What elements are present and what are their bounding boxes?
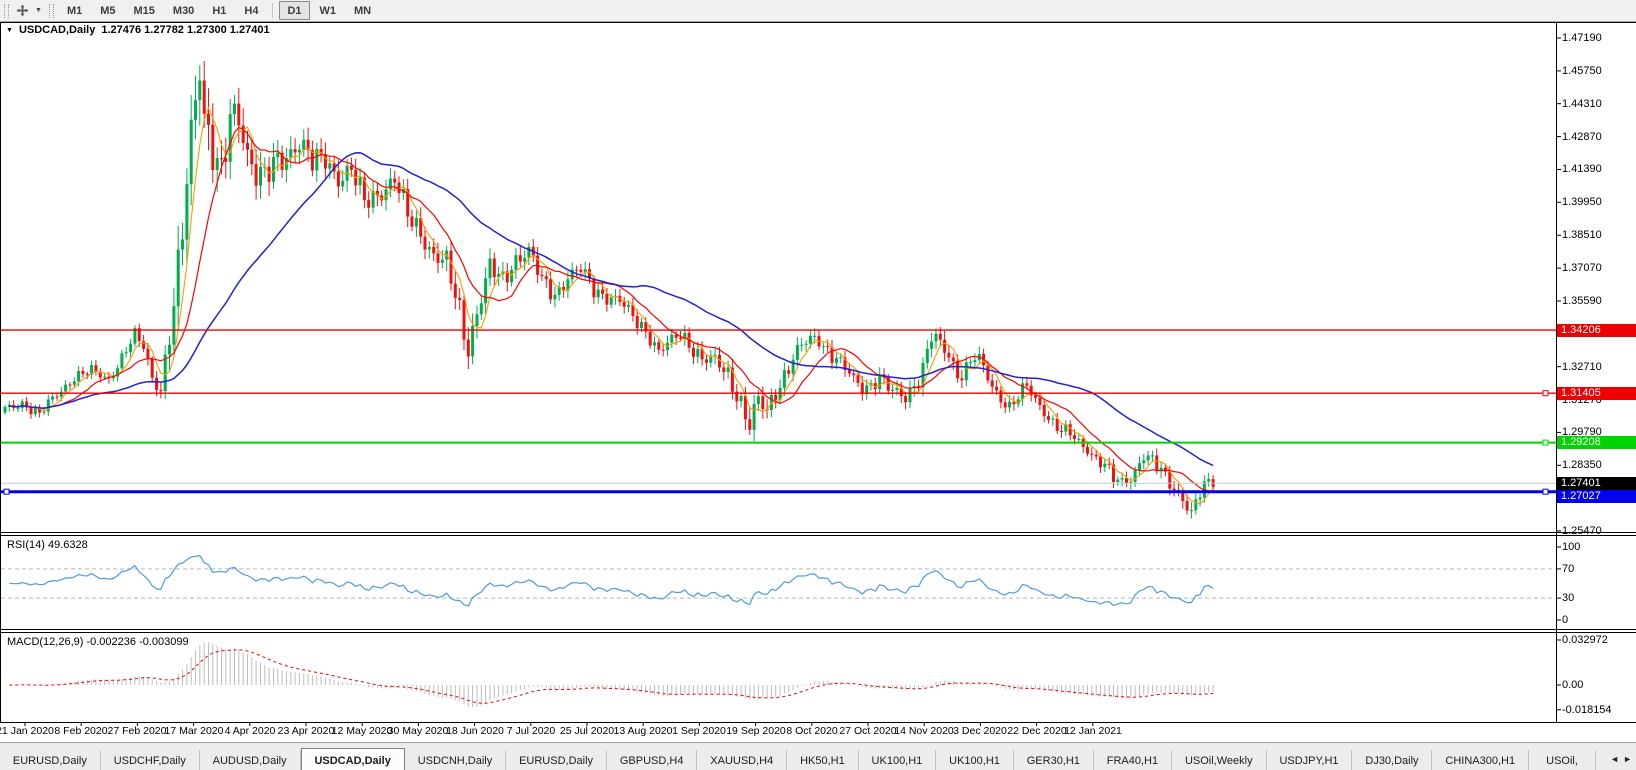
timeframe-button-h4[interactable]: H4 [236, 1, 266, 20]
symbol-dropdown-icon[interactable]: ▼ [6, 27, 13, 34]
timeframe-button-m15[interactable]: M15 [126, 1, 163, 20]
chart-tab-eurusd-daily[interactable]: EURUSD,Daily [506, 750, 607, 770]
date-axis-label[interactable]: 27 Oct 2020 [839, 725, 896, 737]
tab-scroll-left-icon[interactable]: ◄ [1610, 754, 1619, 764]
price-level-flag: 1.29208 [1557, 436, 1636, 449]
price-tick-label: 1.44310 [1562, 98, 1602, 110]
rsi-axis-label: 0 [1562, 614, 1569, 626]
chart-tab-eurusd-daily[interactable]: EURUSD,Daily [0, 750, 101, 770]
macd-axis-label: 0.032972 [1562, 634, 1608, 646]
rsi-axis-label: 30 [1562, 592, 1575, 604]
date-axis-label[interactable]: 25 Jul 2020 [560, 725, 614, 737]
top-toolbar: ▼ M1 M5 M15 M30 H1 H4 D1 W1 MN [0, 0, 1636, 22]
price-level-flag: 1.31405 [1557, 387, 1636, 400]
date-axis-label[interactable]: 12 Jan 2021 [1064, 725, 1122, 737]
chart-tab-usdcad-daily[interactable]: USDCAD,Daily [300, 748, 405, 770]
chart-tab-fra40-h1[interactable]: FRA40,H1 [1093, 750, 1173, 770]
rsi-indicator-label: RSI(14) 49.6328 [7, 539, 88, 551]
chart-tab-china300-h1[interactable]: CHINA300,H1 [1432, 750, 1530, 770]
chart-tab-uk100-h1[interactable]: UK100,H1 [936, 750, 1014, 770]
price-tick-label: 1.32710 [1562, 361, 1602, 373]
chart-tab-ger30-h1[interactable]: GER30,H1 [1013, 750, 1094, 770]
date-axis-label[interactable]: 12 May 2020 [332, 725, 393, 737]
caret-down-icon[interactable]: ▼ [32, 7, 45, 14]
timeframe-button-h1[interactable]: H1 [204, 1, 234, 20]
price-tick-label: 1.39950 [1562, 196, 1602, 208]
price-tick-label: 1.37070 [1562, 262, 1602, 274]
price-tick-label: 1.28350 [1562, 459, 1602, 471]
price-level-flag: 1.27401 [1557, 477, 1636, 490]
chart-ohlc-values: 1.27476 1.27782 1.27300 1.27401 [101, 24, 270, 36]
chart-tab-usoil[interactable]: USOil, [1529, 750, 1596, 770]
timeframe-button-m5[interactable]: M5 [92, 1, 123, 20]
timeframe-toolbar: M1 M5 M15 M30 H1 H4 D1 W1 MN [58, 1, 380, 20]
date-axis-label[interactable]: 3 Dec 2020 [953, 725, 1007, 737]
macd-axis-label: 0.00 [1562, 679, 1584, 691]
price-tick-label: 1.45750 [1562, 65, 1602, 77]
chart-window: 1.47190 1.45750 1.44310 1.42870 1.41390 1.399… [0, 21, 1636, 770]
chart-tab-usdchf-daily[interactable]: USDCHF,Daily [100, 750, 200, 770]
tab-scroll-buttons: ◄ ► [1596, 747, 1636, 770]
timeframe-button-w1[interactable]: W1 [312, 1, 345, 20]
chart-tab-audusd-daily[interactable]: AUDUSD,Daily [199, 750, 301, 770]
price-tick-label: 1.47190 [1562, 32, 1602, 44]
date-axis-label[interactable]: 23 Apr 2020 [278, 725, 335, 737]
chart-tab-gbpusd-h4[interactable]: GBPUSD,H4 [606, 750, 698, 770]
date-axis-label[interactable]: 14 Nov 2020 [894, 725, 954, 737]
timeframe-button-d1[interactable]: D1 [279, 1, 310, 20]
chart-tab-usdjpy-h1[interactable]: USDJPY,H1 [1266, 750, 1353, 770]
rsi-axis-label: 70 [1562, 563, 1575, 575]
chart-tab-dj30-daily[interactable]: DJ30,Daily [1352, 750, 1433, 770]
chart-tab-hk50-h1[interactable]: HK50,H1 [787, 750, 859, 770]
date-axis-label[interactable]: 4 Apr 2020 [225, 725, 276, 737]
macd-indicator-label: MACD(12,26,9) -0.002236 -0.003099 [7, 636, 189, 648]
rsi-axis-label: 100 [1562, 541, 1581, 553]
chart-tab-usdcnh-daily[interactable]: USDCNH,Daily [404, 750, 507, 770]
price-tick-label: 1.25470 [1562, 525, 1602, 537]
timeframe-button-mn[interactable]: MN [346, 1, 379, 20]
chart-title: ▼ USDCAD,Daily 1.27476 1.27782 1.27300 1… [6, 24, 270, 36]
toolbar-grip[interactable] [48, 3, 54, 18]
timeframe-button-m1[interactable]: M1 [59, 1, 90, 20]
chart-tab-uk100-h1[interactable]: UK100,H1 [858, 750, 937, 770]
price-tick-label: 1.42870 [1562, 131, 1602, 143]
price-level-flag: 1.34206 [1557, 324, 1636, 337]
toolbar-separator [272, 3, 274, 18]
macd-axis-label: -0.018154 [1562, 704, 1612, 716]
date-axis-label[interactable]: 17 Mar 2020 [165, 725, 224, 737]
date-axis-label[interactable]: 18 Jun 2020 [446, 725, 504, 737]
date-axis-label[interactable]: 21 Jan 2020 [0, 725, 54, 737]
chart-tab-bar: EURUSD,Daily USDCHF,Daily AUDUSD,Daily USDC… [0, 742, 1636, 770]
crosshair-arrows-icon [16, 4, 29, 17]
chart-symbol-label: USDCAD,Daily [18, 24, 96, 36]
date-axis-label[interactable]: 8 Feb 2020 [54, 725, 107, 737]
timeframe-button-m30[interactable]: M30 [165, 1, 202, 20]
chart-shift-crosshair-icon[interactable] [13, 2, 32, 19]
chart-tab-xauusd-h4[interactable]: XAUUSD,H4 [697, 750, 788, 770]
date-axis-label[interactable]: 7 Jul 2020 [507, 725, 555, 737]
date-axis-label[interactable]: 27 Feb 2020 [108, 725, 167, 737]
price-tick-label: 1.35590 [1562, 295, 1602, 307]
date-axis-label[interactable]: 19 Sep 2020 [726, 725, 786, 737]
date-axis-label[interactable]: 30 May 2020 [388, 725, 449, 737]
date-axis-label[interactable]: 22 Dec 2020 [1007, 725, 1067, 737]
price-tick-label: 1.41390 [1562, 163, 1602, 175]
price-tick-label: 1.38510 [1562, 229, 1602, 241]
price-level-flag: 1.27027 [1557, 490, 1636, 503]
date-axis-label[interactable]: 1 Sep 2020 [672, 725, 726, 737]
tab-scroll-right-icon[interactable]: ► [1623, 754, 1632, 764]
date-axis-label[interactable]: 13 Aug 2020 [614, 725, 673, 737]
chart-tab-usoil-weekly[interactable]: USOil,Weekly [1172, 750, 1267, 770]
date-axis-label[interactable]: 8 Oct 2020 [786, 725, 837, 737]
toolbar-grip[interactable] [4, 3, 9, 18]
